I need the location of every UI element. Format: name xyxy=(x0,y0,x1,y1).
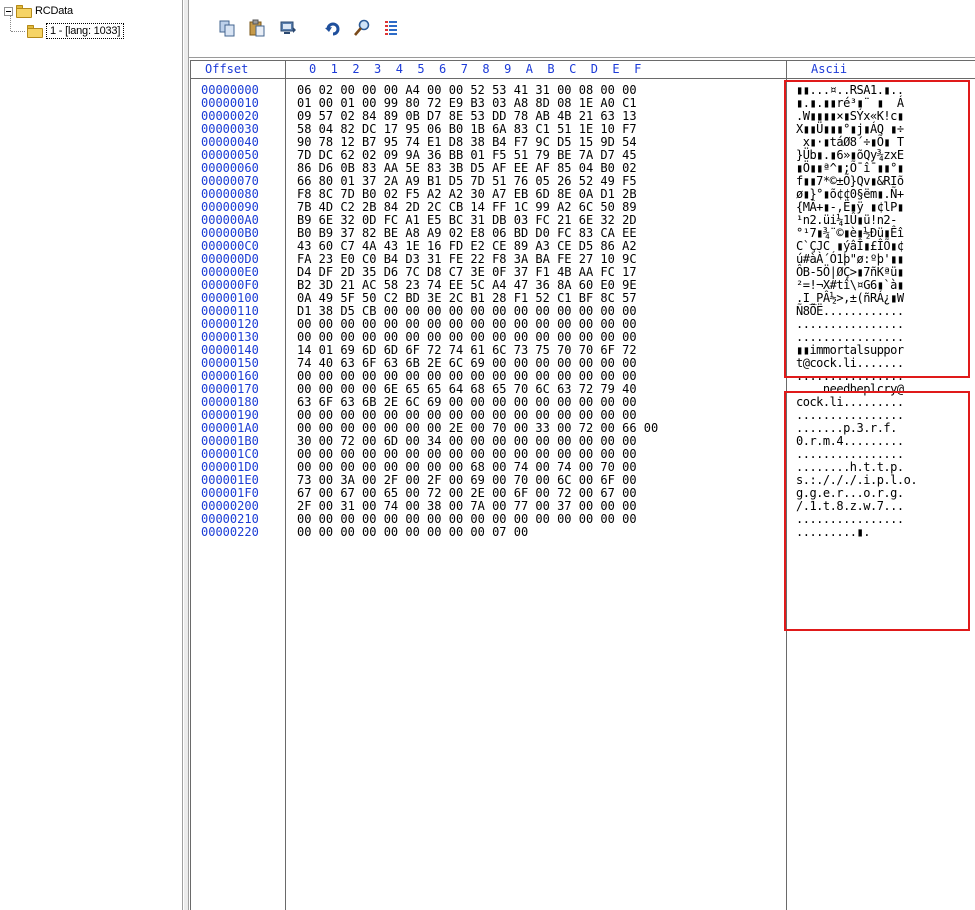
refresh-icon[interactable] xyxy=(324,19,342,37)
paste-icon[interactable] xyxy=(248,19,266,37)
tree-node-label: 1 - [lang: 1033] xyxy=(46,23,125,39)
tree-node-rcdata[interactable]: RCData xyxy=(4,2,73,20)
ascii-column[interactable]: ▮▮...¤..RSA1.▮.. ▮.▮.▮▮ré³▮¨ ▮ Á .W▮▮▮▮×▮S… xyxy=(796,84,918,539)
hex-column-header: 0 1 2 3 4 5 6 7 8 9 A B C D E F xyxy=(309,62,642,76)
offset-row: 00000220 xyxy=(201,525,259,539)
import-icon[interactable] xyxy=(279,19,297,37)
toolbar xyxy=(189,0,975,58)
collapse-icon[interactable] xyxy=(4,6,13,16)
grid-line xyxy=(190,60,975,61)
header-divider xyxy=(190,78,975,79)
toolbar-separator xyxy=(309,14,310,42)
ascii-column-header: Ascii xyxy=(811,62,848,76)
tree-connector xyxy=(10,15,11,31)
hex-viewer[interactable]: Offset 0 1 2 3 4 5 6 7 8 9 A B C D E F A… xyxy=(189,58,975,910)
column-divider xyxy=(285,60,286,910)
column-divider xyxy=(786,60,787,910)
folder-open-icon xyxy=(27,24,43,38)
find-icon[interactable] xyxy=(353,19,371,37)
offset-column: 00000000 00000010 00000020 00000030 00000040… xyxy=(201,84,259,539)
hex-row: 00 00 00 00 00 00 00 00 00 07 00 xyxy=(297,525,529,539)
folder-icon xyxy=(16,4,32,18)
ascii-row: .........▮. xyxy=(796,525,870,539)
tree-node-label: RCData xyxy=(35,5,73,17)
offset-column-header: Offset xyxy=(205,62,249,76)
copy-icon[interactable] xyxy=(218,19,236,37)
tree-connector xyxy=(11,31,25,32)
stats-icon[interactable] xyxy=(382,19,400,37)
hex-bytes-column[interactable]: 06 02 00 00 00 A4 00 00 52 53 41 31 00 0… xyxy=(297,84,658,539)
resource-tree[interactable]: RCData 1 - [lang: 1033] xyxy=(0,0,183,910)
grid-line xyxy=(190,60,191,910)
tree-node-resource-1[interactable]: 1 - [lang: 1033] xyxy=(27,22,125,40)
